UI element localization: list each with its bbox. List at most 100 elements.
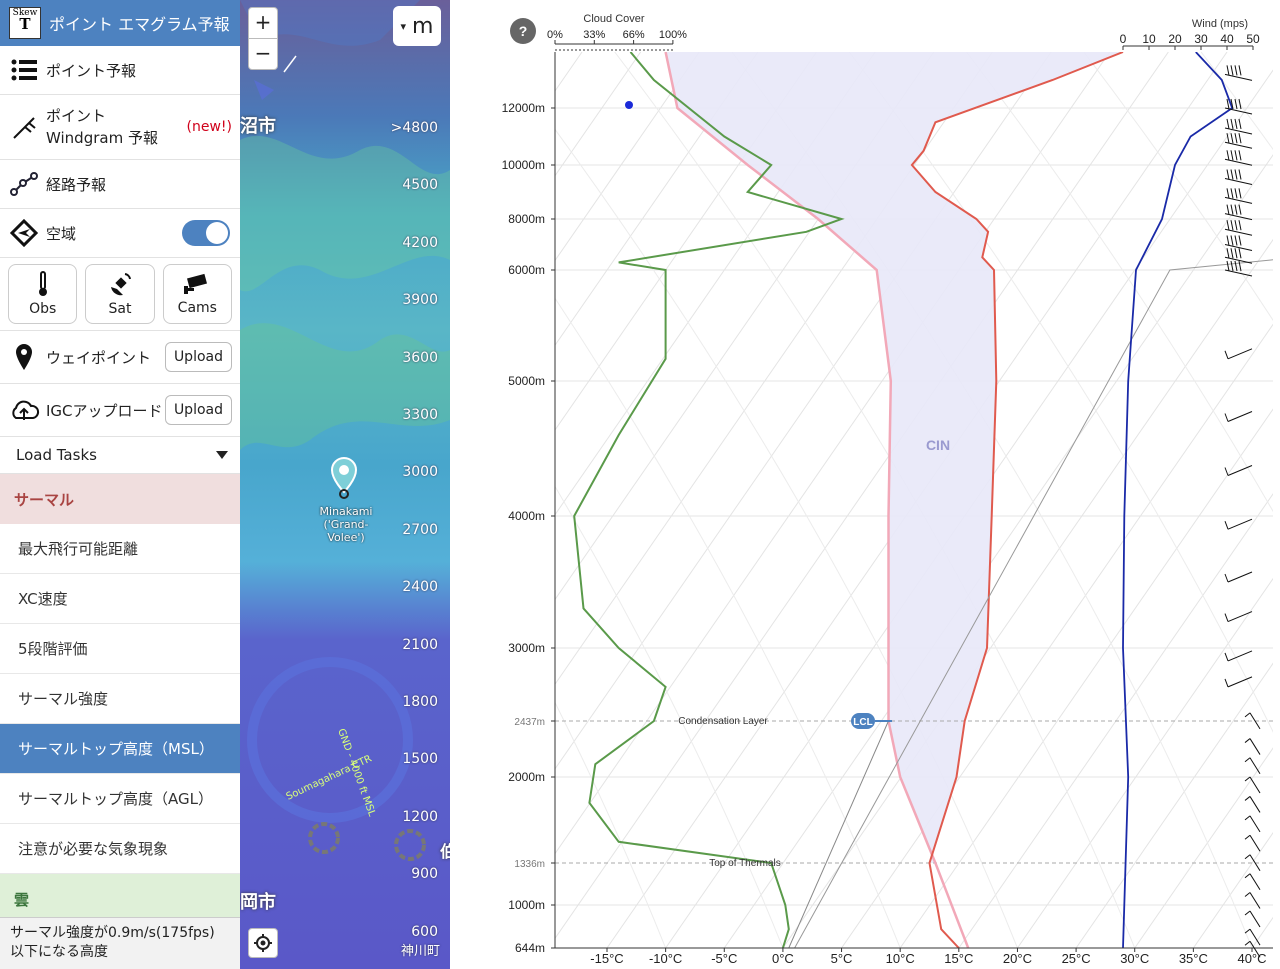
- menu-windgram[interactable]: ポイント Windgram 予報 (new!): [0, 95, 240, 160]
- barb-flag: [1238, 150, 1242, 161]
- layer-item-active[interactable]: サーマルトップ高度（MSL）: [0, 724, 240, 774]
- igc-label: IGCアップロード: [46, 401, 163, 420]
- barb-flag: [1230, 235, 1234, 246]
- barb-flag: [1234, 235, 1238, 246]
- layer-item[interactable]: 5段階評価: [0, 624, 240, 674]
- barb-flag: [1226, 204, 1230, 215]
- barb-flag: [1230, 65, 1234, 76]
- wind-barb: [1224, 650, 1253, 662]
- cams-button[interactable]: Cams: [162, 264, 232, 324]
- temperature-tick-label: 25°C: [1062, 951, 1091, 966]
- dropdown-triangle-icon: [216, 451, 228, 459]
- barb-flag: [1230, 169, 1234, 180]
- menu-airspace[interactable]: 空域: [0, 209, 240, 258]
- barb-flag: [1230, 150, 1234, 161]
- barb-flag: [1226, 118, 1230, 130]
- wind-tick-label: 40: [1220, 32, 1234, 46]
- city-label: 岡市: [240, 892, 276, 913]
- barb-flag: [1230, 220, 1234, 231]
- waypoint-row: ウェイポイント Upload: [0, 331, 240, 384]
- layer-item[interactable]: 最大飛行可能距離: [0, 524, 240, 574]
- barb-flag: [1226, 188, 1230, 199]
- barb-shaft: [1249, 910, 1261, 928]
- barb-shaft: [1249, 776, 1261, 794]
- crosshair-icon: [254, 934, 272, 952]
- level-label: 4200: [402, 234, 438, 251]
- app-header[interactable]: Skew T ポイント エマグラム予報: [0, 0, 240, 46]
- cin-area: [665, 52, 1123, 863]
- barb-shaft: [1227, 571, 1253, 583]
- load-tasks-label: Load Tasks: [16, 446, 97, 464]
- sat-label: Sat: [108, 301, 132, 317]
- barb-flag: [1234, 133, 1238, 144]
- altitude-tick-label: 644m: [515, 941, 545, 955]
- wind-barb: [1244, 834, 1261, 852]
- unit-selector[interactable]: ▾ m: [393, 6, 441, 46]
- menu-point-forecast[interactable]: ポイント予報: [0, 46, 240, 95]
- city-label: 伯: [440, 842, 450, 861]
- surface-adiabat: [788, 720, 889, 948]
- wind-barb: [1224, 118, 1253, 135]
- city-label: 沼市: [240, 116, 276, 137]
- barb-flag: [1244, 738, 1251, 743]
- unit-value: m: [412, 13, 434, 39]
- cin-label: CIN: [926, 437, 950, 453]
- altitude-tick-label: 5000m: [508, 374, 545, 388]
- locate-button[interactable]: [248, 928, 278, 958]
- waypoint-upload-button[interactable]: Upload: [164, 342, 232, 372]
- legend-description: サーマル強度が0.9m/s(175fps) 以下になる高度: [0, 917, 240, 969]
- barb-flag: [1244, 712, 1251, 718]
- waypoint-label: ウェイポイント: [46, 348, 152, 367]
- load-tasks-dropdown[interactable]: Load Tasks: [0, 437, 240, 474]
- thermal-category-header[interactable]: サーマル: [0, 474, 240, 524]
- altitude-tick-label: 12000m: [502, 101, 545, 115]
- barb-flag: [1238, 235, 1242, 246]
- cloud-cover-tick-label: 66%: [623, 29, 645, 41]
- zoom-in-button[interactable]: +: [248, 7, 278, 39]
- menu-route-forecast[interactable]: 経路予報: [0, 160, 240, 209]
- airspace-ring: [247, 657, 413, 823]
- map-panel[interactable]: GND - 4000 ft MSL Soumagahara CTR + − ▾ …: [240, 0, 450, 969]
- barb-flag: [1224, 521, 1229, 530]
- barb-flag: [1238, 65, 1242, 76]
- wind-barb: [1244, 757, 1261, 775]
- skewt-panel: ? Cloud Cover Wind (mps) 12000m 10000m 800…: [480, 0, 1280, 969]
- isotherm: [1134, 747, 1273, 948]
- zoom-out-button[interactable]: −: [248, 38, 278, 70]
- wind-tick-label: 50: [1246, 32, 1260, 46]
- layer-item[interactable]: 注意が必要な気象現象: [0, 824, 240, 874]
- temperature-tick-label: 30°C: [1120, 951, 1149, 966]
- altitude-tick-label: 2437m: [514, 717, 545, 728]
- altitude-tick-label: 4000m: [508, 509, 545, 523]
- route-icon: [8, 169, 40, 199]
- barb-flag: [1224, 678, 1229, 688]
- isotherm: [555, 52, 759, 347]
- wind-barb: [1224, 169, 1253, 185]
- layer-item[interactable]: XC速度: [0, 574, 240, 624]
- sat-button[interactable]: Sat: [85, 264, 155, 324]
- obs-button[interactable]: Obs: [8, 264, 78, 324]
- barb-flag: [1226, 235, 1230, 246]
- airspace-toggle[interactable]: [182, 220, 230, 246]
- altitude-tick-label: 2000m: [508, 770, 545, 784]
- isotherm: [958, 493, 1273, 948]
- layer-item[interactable]: サーマル強度: [0, 674, 240, 724]
- location-pin-icon[interactable]: [330, 456, 358, 504]
- barb-shaft: [1249, 873, 1261, 891]
- cloud-cover-tick-label: 0%: [547, 29, 563, 41]
- cams-label: Cams: [177, 300, 217, 316]
- altitude-tick-label: 8000m: [508, 212, 545, 226]
- dry-adiabat: [1200, 52, 1273, 151]
- airspace-icon: [8, 218, 40, 248]
- list-icon: [8, 55, 40, 85]
- barb-flag: [1226, 150, 1230, 161]
- satellite-icon: [107, 271, 133, 301]
- wind-barb: [1244, 738, 1261, 755]
- layer-item[interactable]: サーマルトップ高度（AGL）: [0, 774, 240, 824]
- level-label: 1800: [402, 694, 438, 710]
- barb-shaft: [1249, 738, 1261, 755]
- igc-upload-button[interactable]: Upload: [164, 395, 232, 425]
- temperature-tick-label: 15°C: [944, 951, 973, 966]
- barb-flag: [1226, 65, 1230, 76]
- altitude-tick-label: 3000m: [508, 641, 545, 655]
